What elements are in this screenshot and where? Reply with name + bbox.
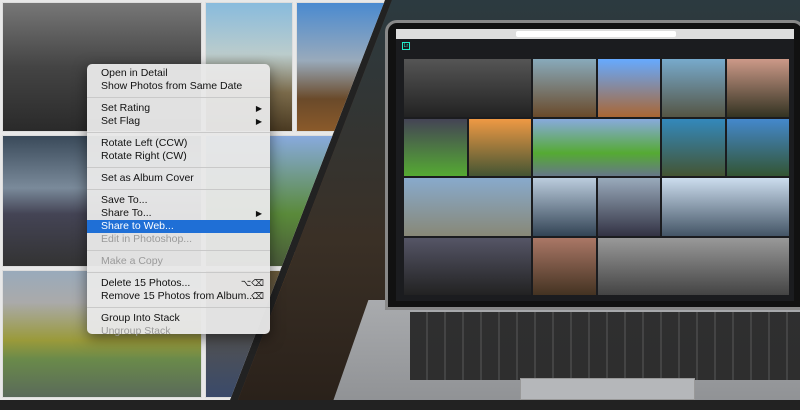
menu-item-delete-photos[interactable]: Delete 15 Photos... ⌥⌫ [87,277,270,290]
menu-item-rotate-right[interactable]: Rotate Right (CW) [87,150,270,163]
photo-thumb[interactable] [404,237,531,295]
submenu-arrow-icon: ▶ [255,209,262,218]
photo-thumb[interactable] [533,178,596,236]
menu-label: Set Rating [101,102,151,114]
menu-item-edit-in-photoshop: Edit in Photoshop... [87,233,270,246]
menu-item-share-to-web[interactable]: Share to Web... [87,220,270,233]
menu-label: Delete 15 Photos... [101,277,191,289]
menu-item-share-to[interactable]: Share To... ▶ [87,207,270,220]
photo-thumb[interactable] [662,59,725,117]
laptop-trackpad [520,378,695,400]
menu-label: Share To... [101,207,152,219]
browser-bar [396,29,794,39]
menu-label: Rotate Left (CCW) [101,137,188,149]
menu-label: Show Photos from Same Date [101,80,243,92]
menu-label: Remove 15 Photos from Album... [101,290,256,302]
laptop-keyboard [410,312,800,380]
menu-separator [87,189,270,190]
lightroom-logo: Lr [402,42,410,50]
photo-thumb[interactable] [404,118,467,176]
context-menu: Open in Detail Show Photos from Same Dat… [87,64,270,337]
menu-item-set-flag[interactable]: Set Flag ▶ [87,115,270,128]
menu-separator [87,97,270,98]
laptop-screen-frame: Lr [385,20,800,310]
lightroom-web-app: Lr [396,29,794,301]
photo-thumb[interactable] [533,237,596,295]
menu-label: Share to Web... [101,220,174,232]
menu-label: Make a Copy [101,255,163,267]
menu-label: Group Into Stack [101,312,180,324]
menu-label: Ungroup Stack [101,325,171,337]
photo-thumb[interactable] [726,59,789,117]
photo-thumb[interactable] [533,118,660,176]
menu-item-set-rating[interactable]: Set Rating ▶ [87,102,270,115]
menu-item-show-same-date[interactable]: Show Photos from Same Date [87,80,270,93]
menu-label: Edit in Photoshop... [101,233,193,245]
photo-thumb[interactable] [597,237,789,295]
menu-item-make-copy: Make a Copy [87,255,270,268]
photo-thumb[interactable] [597,59,660,117]
menu-separator [87,250,270,251]
photo-grid [404,59,789,295]
photo-thumb[interactable] [662,118,725,176]
photo-thumb[interactable] [726,118,789,176]
menu-separator [87,272,270,273]
photo-thumb[interactable] [404,178,531,236]
menu-item-ungroup-stack: Ungroup Stack [87,325,270,338]
submenu-arrow-icon: ▶ [255,117,262,126]
photo-thumb[interactable] [468,118,531,176]
photo-thumb[interactable] [404,59,531,117]
photo-thumb[interactable] [597,178,660,236]
menu-item-open-in-detail[interactable]: Open in Detail [87,67,270,80]
shortcut-option-delete-icon: ⌥⌫ [240,278,264,288]
menu-label: Set as Album Cover [101,172,194,184]
menu-item-rotate-left[interactable]: Rotate Left (CCW) [87,137,270,150]
shortcut-delete-icon: ⌫ [251,291,264,301]
url-field[interactable] [516,31,676,37]
menu-label: Rotate Right (CW) [101,150,187,162]
menu-separator [87,132,270,133]
menu-item-save-to[interactable]: Save To... [87,194,270,207]
menu-item-set-album-cover[interactable]: Set as Album Cover [87,172,270,185]
photo-thumb[interactable] [662,178,789,236]
menu-label: Set Flag [101,115,141,127]
menu-separator [87,167,270,168]
menu-label: Save To... [101,194,148,206]
menu-separator [87,307,270,308]
menu-label: Open in Detail [101,67,168,79]
submenu-arrow-icon: ▶ [255,104,262,113]
menu-item-remove-from-album[interactable]: Remove 15 Photos from Album... ⌫ [87,290,270,303]
photo-thumb[interactable] [533,59,596,117]
menu-item-group-into-stack[interactable]: Group Into Stack [87,312,270,325]
